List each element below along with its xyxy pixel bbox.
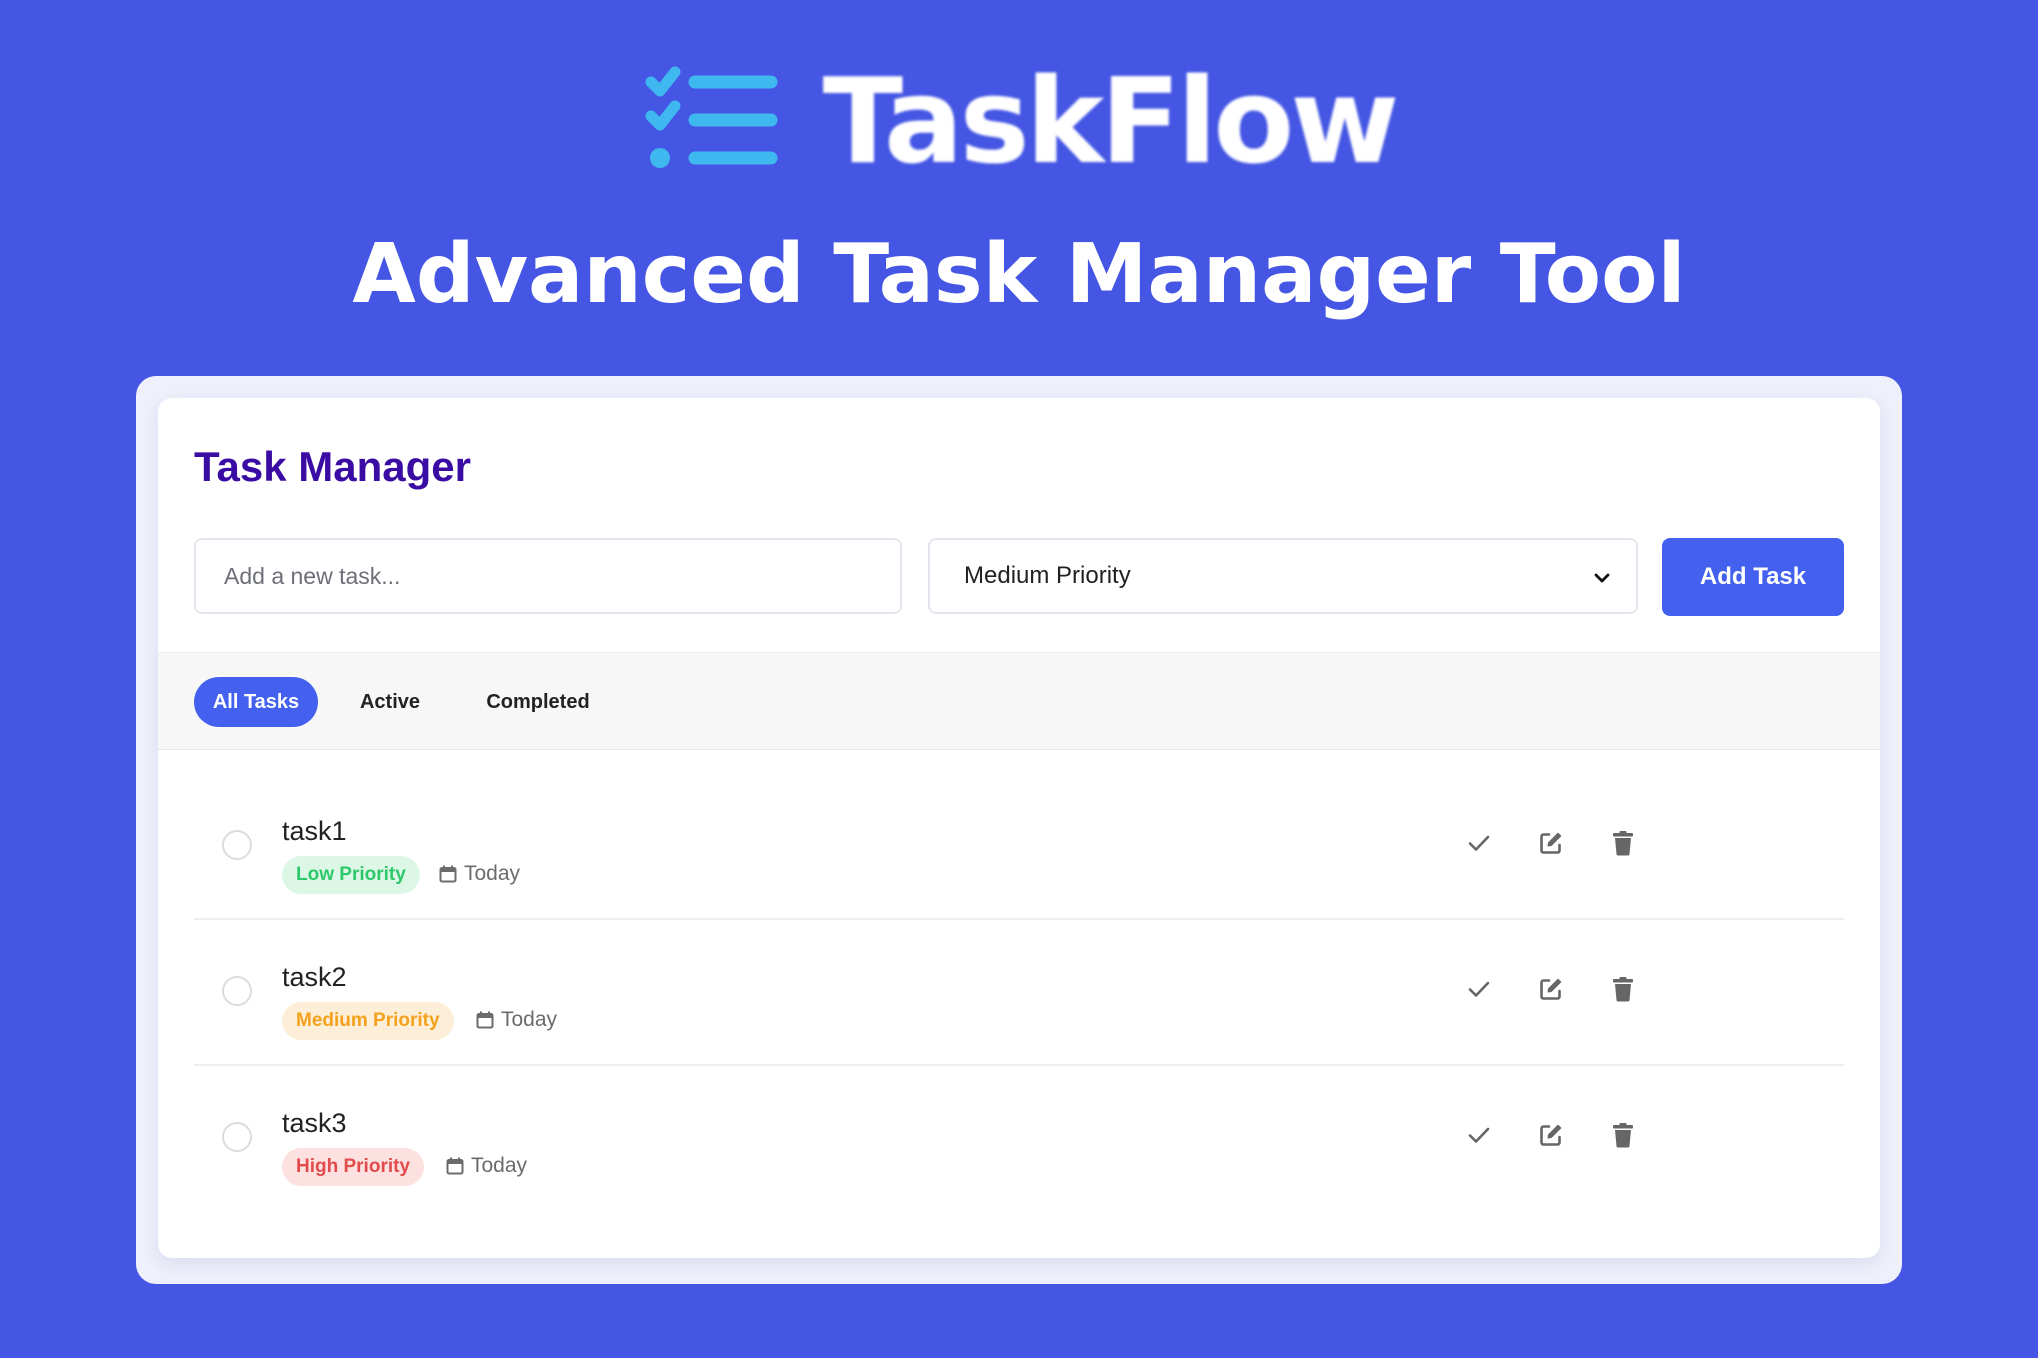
due-date-text: Today: [501, 1008, 558, 1031]
due-date-text: Today: [471, 1154, 528, 1177]
edit-icon[interactable]: [1536, 828, 1566, 858]
trash-icon[interactable]: [1608, 974, 1638, 1004]
check-icon[interactable]: [1464, 974, 1494, 1004]
calendar-icon: [439, 865, 457, 883]
tab-completed[interactable]: Completed: [458, 677, 618, 727]
chevron-down-icon: [1594, 573, 1610, 583]
edit-icon[interactable]: [1536, 974, 1566, 1004]
trash-icon[interactable]: [1608, 828, 1638, 858]
task-complete-checkbox[interactable]: [222, 1122, 252, 1152]
priority-badge: Medium Priority: [282, 1002, 454, 1040]
priority-select-value: Medium Priority: [964, 562, 1131, 589]
page-title: Task Manager: [194, 443, 471, 490]
tab-all-tasks[interactable]: All Tasks: [194, 677, 318, 727]
app-window: Task Manager Medium Priority Add Task Al…: [136, 376, 1902, 1284]
task-row: task1 Low Priority Today: [194, 774, 1844, 920]
task-row: task3 High Priority Today: [194, 1066, 1844, 1212]
due-date-text: Today: [464, 862, 521, 885]
calendar-icon: [446, 1157, 464, 1175]
check-icon[interactable]: [1464, 828, 1494, 858]
task-list: task1 Low Priority Today task2 Medium Pr…: [194, 774, 1844, 1212]
due-date: Today: [445, 1154, 527, 1178]
filter-bar: All Tasks Active Completed: [158, 652, 1880, 750]
tab-active[interactable]: Active: [350, 677, 430, 727]
trash-icon[interactable]: [1608, 1120, 1638, 1150]
edit-icon[interactable]: [1536, 1120, 1566, 1150]
add-task-button[interactable]: Add Task: [1662, 538, 1844, 616]
task-name: task2: [282, 962, 347, 992]
priority-badge: Low Priority: [282, 856, 420, 894]
task-complete-checkbox[interactable]: [222, 830, 252, 860]
priority-badge: High Priority: [282, 1148, 425, 1186]
task-name: task1: [282, 816, 347, 846]
task-complete-checkbox[interactable]: [222, 976, 252, 1006]
task-manager-card: Task Manager Medium Priority Add Task Al…: [158, 398, 1880, 1258]
checklist-icon: [643, 66, 783, 176]
hero-logo: TaskFlow: [0, 62, 2038, 180]
brand-name: TaskFlow: [822, 52, 1400, 190]
check-icon[interactable]: [1464, 1120, 1494, 1150]
due-date: Today: [438, 862, 520, 886]
task-row: task2 Medium Priority Today: [194, 920, 1844, 1066]
new-task-input[interactable]: [194, 538, 902, 614]
due-date: Today: [475, 1008, 557, 1032]
priority-select[interactable]: Medium Priority: [928, 538, 1638, 614]
calendar-icon: [476, 1011, 494, 1029]
hero-subtitle: Advanced Task Manager Tool: [352, 227, 1686, 322]
task-name: task3: [282, 1108, 347, 1138]
